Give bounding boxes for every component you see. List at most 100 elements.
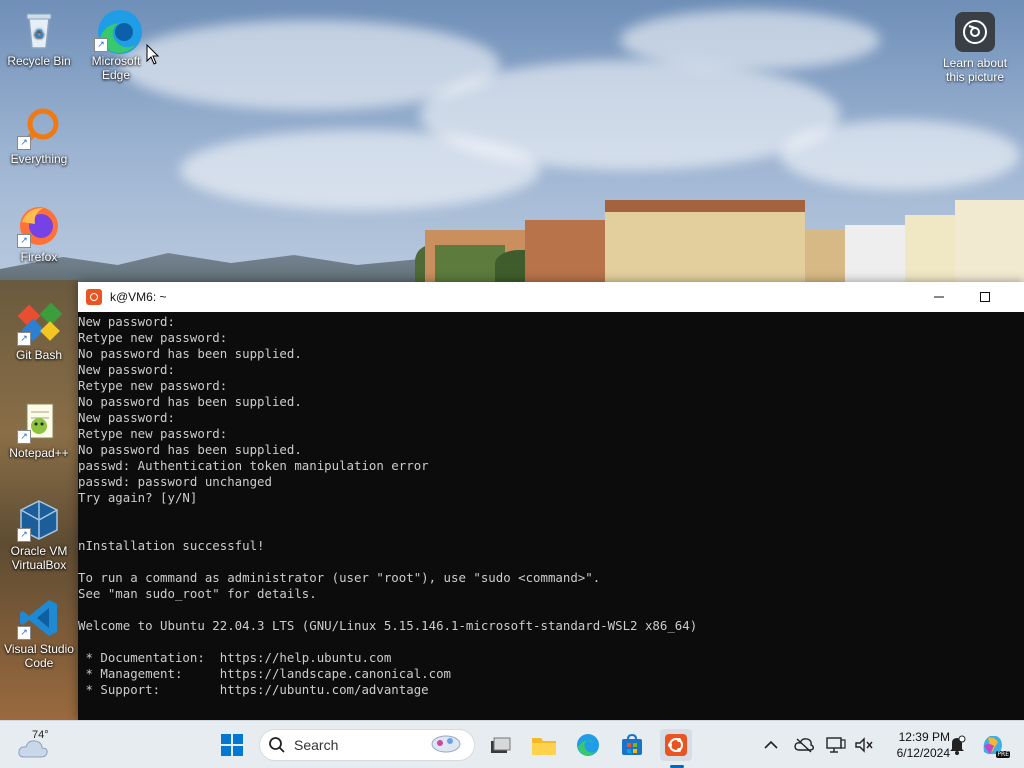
shortcut-arrow-icon: ↗ [17,430,31,444]
show-hidden-icons-button[interactable] [764,721,778,768]
desktop-icon-label: Recycle Bin [7,54,71,68]
display-status[interactable] [826,721,846,768]
maximize-button[interactable] [962,282,1008,312]
ubuntu-icon [86,289,102,305]
terminal-titlebar[interactable]: k@VM6: ~ [78,282,1024,312]
notepad-plus-plus-icon: ↗ [17,400,61,444]
desktop-icon-microsoft-edge[interactable]: ↗ Microsoft Edge [78,8,154,82]
terminal-line: New password: [78,314,175,329]
start-button[interactable] [216,729,248,761]
notification-bell-icon [950,735,966,755]
taskbar-file-explorer[interactable] [528,729,560,761]
volume-status[interactable] [854,721,874,768]
terminal-line: Retype new password: [78,330,228,345]
terminal-line: New password: [78,410,175,425]
terminal-line: New password: [78,362,175,377]
desktop-icon-label: Everything [10,152,68,166]
taskbar-edge[interactable] [572,729,604,761]
terminal-line: Welcome to Ubuntu 22.04.3 LTS (GNU/Linux… [78,618,698,633]
desktop-icon-label: Microsoft Edge [91,54,141,82]
terminal-line: Try again? [y/N] [78,490,198,505]
taskbar: 74° Search 12:39 PM 6/12/2024 PRE [0,720,1024,768]
copilot-icon: PRE [980,732,1010,758]
learn-about-label-line2: this picture [945,70,1005,84]
minimize-icon [934,296,944,298]
terminal-output[interactable]: New password: Retype new password: No pass… [78,312,1024,698]
learn-about-this-picture[interactable]: Learn about this picture [932,8,1018,84]
edge-icon [577,734,599,756]
weather-temperature: 74° [32,729,49,741]
desktop-icon-label: Git Bash [15,348,63,362]
terminal-line: passwd: password unchanged [78,474,272,489]
terminal-line: * Support: https://ubuntu.com/advantage [78,682,429,697]
learn-about-label-line1: Learn about [942,56,1008,70]
terminal-line: Retype new password: [78,426,228,441]
taskbar-search[interactable]: Search [259,729,475,761]
taskbar-ubuntu[interactable] [660,729,692,761]
terminal-line: No password has been supplied. [78,394,302,409]
camera-icon [955,12,995,52]
terminal-window[interactable]: k@VM6: ~ New password: Retype new passwor… [78,282,1024,720]
virtualbox-icon: ↗ [17,498,61,542]
terminal-title: k@VM6: ~ [110,290,167,304]
notifications-button[interactable] [948,721,966,768]
desktop-icon-everything[interactable]: ↗ Everything [1,106,77,166]
store-icon [622,733,642,755]
desktop-icon-git-bash[interactable]: ↗ Git Bash [1,302,77,362]
desktop-icon-label: Firefox [20,250,58,264]
speaker-muted-icon [855,737,873,753]
desktop-icon-firefox[interactable]: ↗ Firefox [1,204,77,264]
desktop-icon-visual-studio-code[interactable]: ↗ Visual Studio Code [1,596,77,670]
monitor-icon [826,737,846,753]
terminal-line: To run a command as administrator (user … [78,570,601,585]
system-clock[interactable]: 12:39 PM 6/12/2024 [876,729,950,761]
recycle-bin-icon: ♻ [17,8,61,52]
search-icon [269,737,285,753]
git-bash-icon: ↗ [17,302,63,346]
clock-date: 6/12/2024 [896,746,950,760]
vscode-icon: ↗ [17,596,61,640]
svg-text:♻: ♻ [34,27,45,41]
terminal-line: No password has been supplied. [78,442,302,457]
shortcut-arrow-icon: ↗ [17,626,31,640]
shortcut-arrow-icon: ↗ [17,528,31,542]
maximize-icon [980,292,990,302]
minimize-button[interactable] [916,282,962,312]
ubuntu-icon [665,734,687,756]
chevron-up-icon [764,740,778,749]
desktop-icon-virtualbox[interactable]: ↗ Oracle VM VirtualBox [1,498,77,572]
task-view-icon [491,737,511,753]
folder-icon [532,738,556,755]
shortcut-arrow-icon: ↗ [17,332,31,346]
desktop-icon-recycle-bin[interactable]: ♻ Recycle Bin [1,8,77,68]
taskbar-task-view[interactable] [484,729,516,761]
shortcut-arrow-icon: ↗ [17,136,31,150]
weather-widget[interactable]: 74° [18,729,58,763]
copilot-badge: PRE [996,751,1010,758]
terminal-line: No password has been supplied. [78,346,302,361]
copilot-button[interactable]: PRE [980,721,1010,768]
terminal-line: * Management: https://landscape.canonica… [78,666,451,681]
edge-icon: ↗ [94,8,142,54]
taskbar-microsoft-store[interactable] [616,729,648,761]
shortcut-arrow-icon: ↗ [17,234,31,248]
search-label: Search [294,737,339,753]
firefox-icon: ↗ [17,204,61,248]
desktop-icon-label: Oracle VM VirtualBox [10,544,68,572]
terminal-line: * Documentation: https://help.ubuntu.com [78,650,392,665]
desktop-icon-label: Notepad++ [9,446,69,460]
desktop-icon-label: Visual Studio Code [4,642,74,670]
clock-time: 12:39 PM [898,730,950,744]
terminal-line: See "man sudo_root" for details. [78,586,317,601]
network-status[interactable] [794,721,814,768]
terminal-line: nInstallation successful! [78,538,265,553]
terminal-line: passwd: Authentication token manipulatio… [78,458,429,473]
desktop-icon-notepad-plus-plus[interactable]: ↗ Notepad++ [1,400,77,460]
shortcut-arrow-icon: ↗ [94,38,108,52]
windows-logo-icon [221,734,243,756]
mouse-cursor-icon [146,43,160,70]
